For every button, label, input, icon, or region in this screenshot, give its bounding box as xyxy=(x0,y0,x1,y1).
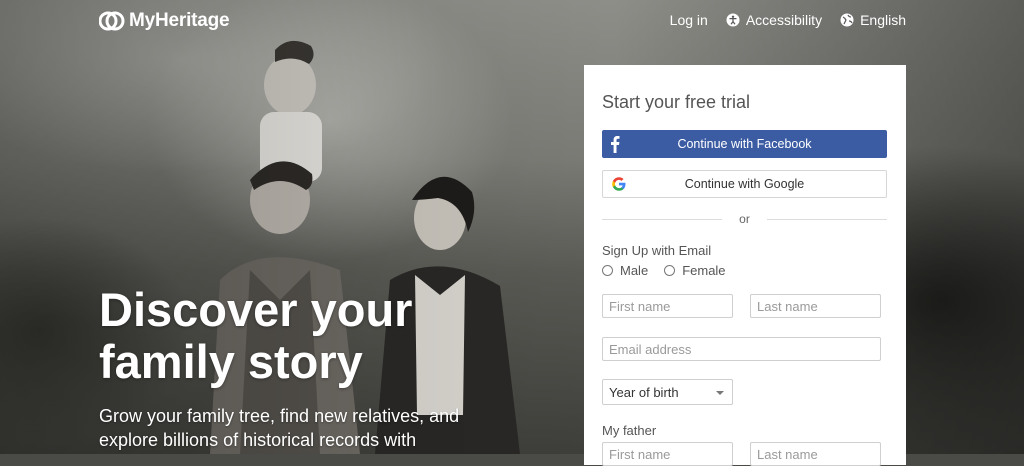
chevron-down-icon xyxy=(716,391,724,395)
gender-male-option[interactable]: Male xyxy=(602,263,648,278)
year-of-birth-select[interactable]: Year of birth xyxy=(602,379,733,405)
gender-selector: Male Female xyxy=(602,263,742,278)
google-icon xyxy=(612,177,626,191)
facebook-button-label: Continue with Facebook xyxy=(677,137,812,151)
male-radio[interactable] xyxy=(602,265,613,276)
female-radio[interactable] xyxy=(664,265,676,276)
hero-headline: Discover your family story xyxy=(99,283,413,388)
hero-subhead: Grow your family tree, find new relative… xyxy=(99,406,460,450)
continue-with-facebook-button[interactable]: Continue with Facebook xyxy=(602,130,887,158)
login-link[interactable]: Log in xyxy=(670,12,708,28)
login-label: Log in xyxy=(669,12,708,28)
female-label: Female xyxy=(682,263,726,278)
father-section-label: My father xyxy=(602,423,657,438)
accessibility-link[interactable]: Accessibility xyxy=(726,12,822,28)
father-last-name-input[interactable] xyxy=(750,442,881,466)
continue-with-google-button[interactable]: Continue with Google xyxy=(602,170,887,198)
language-selector[interactable]: English xyxy=(840,12,906,28)
globe-icon xyxy=(840,13,854,27)
divider-line-right xyxy=(767,219,887,220)
year-of-birth-value: Year of birth xyxy=(609,384,679,400)
accessibility-label: Accessibility xyxy=(745,12,823,28)
last-name-input[interactable] xyxy=(750,294,881,318)
top-navigation: Log in Accessibility English xyxy=(652,12,906,28)
or-divider: or xyxy=(602,212,887,226)
google-button-label: Continue with Google xyxy=(684,177,805,191)
male-label: Male xyxy=(620,263,649,278)
email-input[interactable] xyxy=(602,337,881,361)
logo-text: MyHeritage xyxy=(129,10,230,31)
gender-female-option[interactable]: Female xyxy=(664,263,726,278)
signup-panel: Start your free trial Continue with Face… xyxy=(584,65,906,466)
father-first-name-input[interactable] xyxy=(602,442,733,466)
myheritage-logo[interactable]: MyHeritage xyxy=(99,9,230,33)
accessibility-icon xyxy=(726,13,740,27)
logo-icon xyxy=(99,11,125,31)
facebook-icon xyxy=(611,136,620,153)
first-name-input[interactable] xyxy=(602,294,733,318)
email-signup-heading: Sign Up with Email xyxy=(602,243,712,258)
language-label: English xyxy=(860,12,906,28)
signup-title: Start your free trial xyxy=(602,92,751,112)
